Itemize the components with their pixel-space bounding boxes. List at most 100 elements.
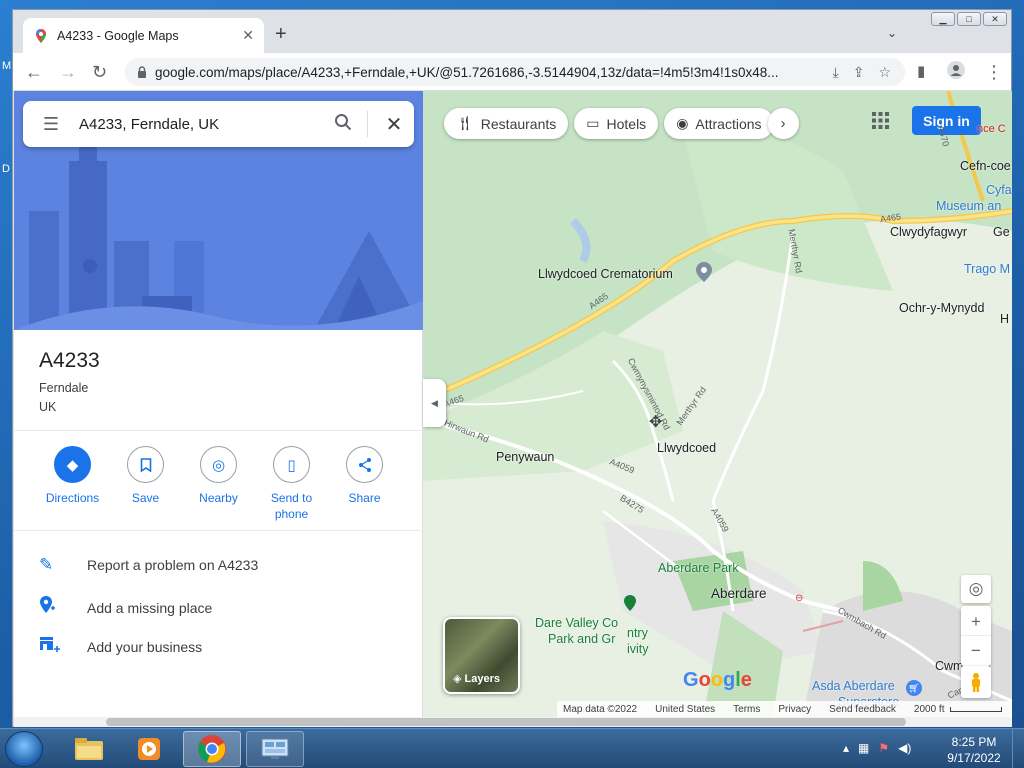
scrollbar-thumb[interactable] xyxy=(106,718,906,726)
action-label: Nearby xyxy=(199,491,238,505)
browser-toolbar: ← → ↻ google.com/maps/place/A4233,+Fernd… xyxy=(13,53,1011,91)
map-label-h: H xyxy=(1000,312,1010,326)
map-label-fragment: nce C xyxy=(977,123,1006,135)
place-hero-image: ☰ A4233, Ferndale, UK ✕ xyxy=(14,91,423,330)
zoom-out-icon[interactable]: − xyxy=(961,636,991,665)
directions-button[interactable]: ◆ Directions xyxy=(36,446,109,522)
map-label-museum[interactable]: Museum an xyxy=(936,199,1001,213)
map-canvas[interactable]: 🍴︎ Restaurants ▭ Hotels ◉ Attractions › … xyxy=(423,91,1012,717)
close-window-icon[interactable]: ✕ xyxy=(983,12,1007,26)
save-button[interactable]: Save xyxy=(109,446,182,522)
action-label: Share xyxy=(348,491,381,505)
map-label-clwydyfagwyr: Clwydyfagwyr xyxy=(890,225,968,239)
page-content: ☰ A4233, Ferndale, UK ✕ A4233 Ferndale U… xyxy=(14,91,1012,717)
address-bar[interactable]: google.com/maps/place/A4233,+Ferndale,+U… xyxy=(125,58,905,86)
back-icon[interactable]: ← xyxy=(25,61,43,83)
chrome-taskbar-icon[interactable] xyxy=(183,731,241,767)
volume-icon[interactable]: ◀) xyxy=(898,741,911,755)
search-box: ☰ A4233, Ferndale, UK ✕ xyxy=(23,101,414,147)
my-location-icon[interactable]: ◎ xyxy=(961,575,991,603)
chevron-right-icon[interactable]: › xyxy=(767,108,799,139)
divider xyxy=(14,430,423,431)
network-icon[interactable]: ▦ xyxy=(858,741,869,755)
action-label: Send to phone xyxy=(270,491,313,521)
send-to-phone-button[interactable]: ▯ Send to phone xyxy=(255,446,328,522)
taskbar-clock[interactable]: 8:25 PM 9/17/2022 xyxy=(938,734,1010,766)
send-feedback-link[interactable]: Send feedback xyxy=(829,704,896,715)
action-buttons: ◆ Directions Save ◎ Nearby ▯ Send to pho… xyxy=(36,446,401,522)
window-controls: ▁ □ ✕ xyxy=(931,12,1007,26)
apps-grid-icon[interactable] xyxy=(872,112,889,134)
install-app-icon[interactable]: ⤓ xyxy=(833,64,839,81)
add-business-link[interactable]: Add your business xyxy=(39,635,202,658)
place-locality: Ferndale xyxy=(39,381,89,395)
maximize-icon[interactable]: □ xyxy=(957,12,981,26)
pegman-icon[interactable] xyxy=(961,666,991,698)
horizontal-scrollbar[interactable] xyxy=(14,717,1012,727)
add-place-icon xyxy=(39,595,87,620)
side-panel-icon[interactable]: ▮ xyxy=(917,61,925,83)
remote-desktop-icon[interactable] xyxy=(246,731,304,767)
nearby-icon: ◎ xyxy=(200,446,237,483)
chip-hotels[interactable]: ▭ Hotels xyxy=(574,108,659,139)
move-cursor-icon: ✥ xyxy=(649,414,663,431)
profile-icon[interactable] xyxy=(947,61,965,84)
forward-icon[interactable]: → xyxy=(59,61,77,83)
clear-search-icon[interactable]: ✕ xyxy=(374,112,414,137)
new-tab-icon[interactable]: + xyxy=(275,24,287,44)
map-label-trago[interactable]: Trago M xyxy=(964,262,1010,276)
camera-icon: ◉ xyxy=(676,115,689,131)
chip-label: Hotels xyxy=(606,115,647,132)
phone-icon: ▯ xyxy=(273,446,310,483)
show-desktop-button[interactable] xyxy=(1012,729,1024,768)
desktop-icon-label: D xyxy=(2,163,10,175)
reload-icon[interactable]: ↻ xyxy=(92,61,107,83)
hamburger-menu-icon[interactable]: ☰ xyxy=(23,114,79,135)
map-label-dare-valley-2: Park and Gr xyxy=(548,632,616,646)
close-tab-icon[interactable]: ✕ xyxy=(242,27,254,44)
scale-bar xyxy=(950,706,1003,712)
media-player-icon[interactable] xyxy=(120,731,178,767)
link-label: Add your business xyxy=(87,638,203,655)
privacy-link[interactable]: Privacy xyxy=(778,704,811,715)
tab-search-icon[interactable]: ⌄ xyxy=(887,26,897,40)
clock-time: 8:25 PM xyxy=(951,735,997,749)
file-explorer-icon[interactable] xyxy=(60,731,118,767)
map-label-asda[interactable]: Asda Aberdare xyxy=(812,679,895,693)
search-input[interactable]: A4233, Ferndale, UK xyxy=(79,116,325,133)
nearby-button[interactable]: ◎ Nearby xyxy=(182,446,255,522)
shopping-cart-icon[interactable]: 🛒︎ xyxy=(906,680,922,696)
share-page-icon[interactable]: ⇪ xyxy=(853,64,865,81)
region-link[interactable]: United States xyxy=(655,704,715,715)
minimize-icon[interactable]: ▁ xyxy=(931,12,955,26)
map-label-penywaun: Penywaun xyxy=(496,450,555,464)
layers-button[interactable]: ◈ Layers xyxy=(443,617,520,694)
train-station-icon[interactable]: ⊖ xyxy=(795,593,803,604)
chip-attractions[interactable]: ◉ Attractions xyxy=(664,108,774,139)
browser-tab[interactable]: A4233 - Google Maps ✕ xyxy=(23,18,264,53)
scale-label[interactable]: 2000 ft xyxy=(914,704,945,715)
map-label-aberdare-park[interactable]: Aberdare Park xyxy=(658,561,739,575)
map-label-dare-valley[interactable]: Dare Valley Co xyxy=(535,616,618,630)
park-pin-icon[interactable] xyxy=(623,594,637,617)
add-missing-place-link[interactable]: Add a missing place xyxy=(39,595,212,620)
action-center-icon[interactable]: ⚑ xyxy=(878,741,889,755)
share-button[interactable]: Share xyxy=(328,446,401,522)
map-label-llwydcoed: Llwydcoed xyxy=(657,441,717,455)
map-label-cyfarthfa[interactable]: Cyfa xyxy=(986,183,1012,197)
kebab-menu-icon[interactable]: ⋮ xyxy=(985,61,1003,83)
show-hidden-icons-icon[interactable]: ▴ xyxy=(843,741,849,755)
map-label-dare-valley-4: ivity xyxy=(627,642,649,656)
search-icon[interactable] xyxy=(325,113,361,136)
map-label-crematorium[interactable]: Llwydcoed Crematorium xyxy=(538,267,673,281)
chip-label: Attractions xyxy=(695,115,762,132)
chip-restaurants[interactable]: 🍴︎ Restaurants xyxy=(444,108,569,139)
collapse-panel-icon[interactable]: ◀ xyxy=(423,379,446,427)
report-problem-link[interactable]: ✎ Report a problem on A4233 xyxy=(39,555,258,575)
terms-link[interactable]: Terms xyxy=(733,704,760,715)
url-text: google.com/maps/place/A4233,+Ferndale,+U… xyxy=(155,64,779,80)
start-button[interactable] xyxy=(5,731,43,767)
place-pin-icon[interactable] xyxy=(695,261,713,283)
bookmark-star-icon[interactable]: ☆ xyxy=(878,64,891,81)
zoom-in-icon[interactable]: + xyxy=(961,607,991,636)
